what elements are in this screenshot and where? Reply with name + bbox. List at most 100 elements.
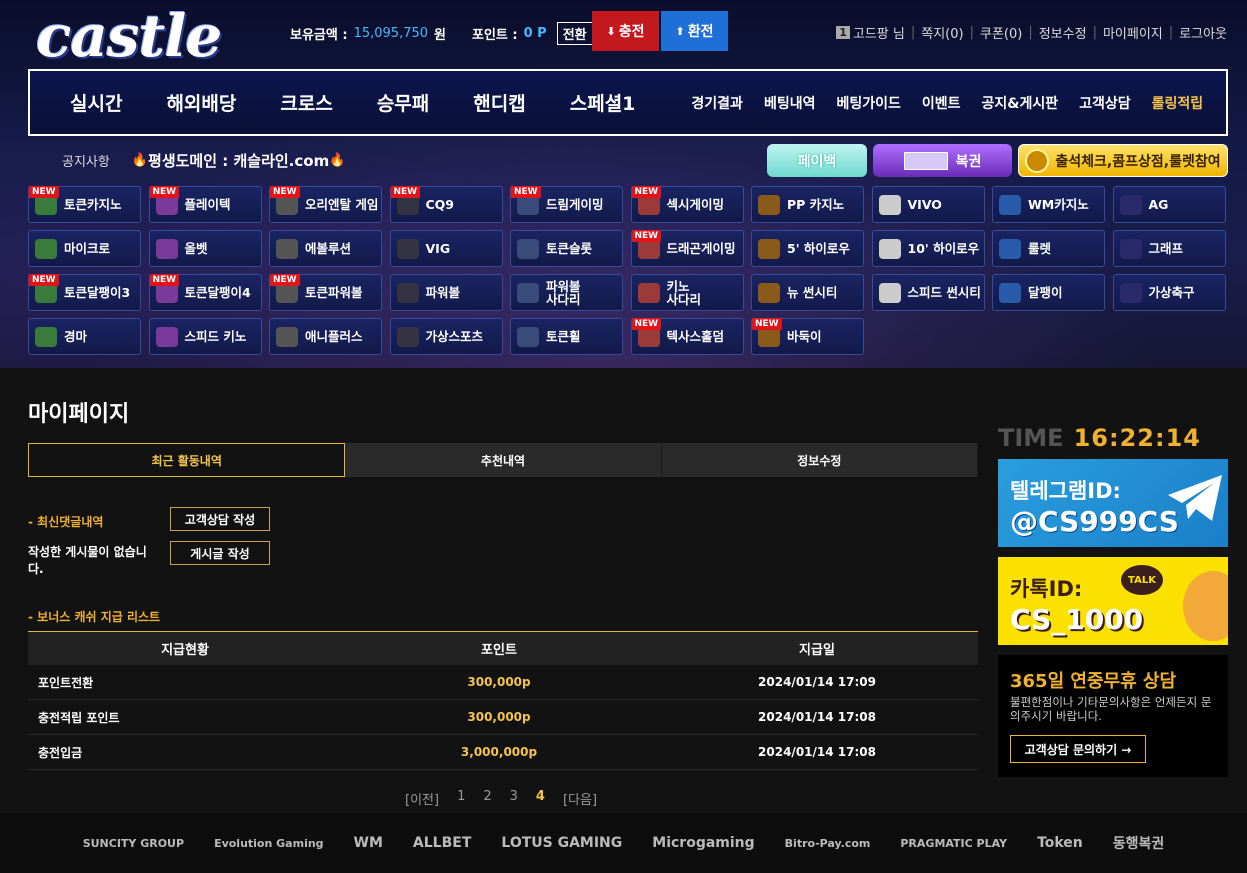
game-tile[interactable]: 파워볼 사다리 — [510, 274, 623, 311]
nav-rolling[interactable]: 롤링적립 — [1152, 93, 1204, 113]
telegram-id: @CS999CS — [1010, 505, 1179, 538]
support-write-button[interactable]: 고객상담 작성 — [170, 507, 270, 531]
game-tile[interactable]: PP 카지노 — [751, 186, 864, 223]
game-label: 플레이텍 — [184, 197, 231, 212]
pager-page-current[interactable]: 4 — [536, 789, 545, 808]
game-tile[interactable]: NEW 드림게이밍 — [510, 186, 623, 223]
kakao-banner[interactable]: 카톡ID: TALK CS_1000 — [998, 557, 1228, 645]
game-tile[interactable]: 올벳 — [148, 230, 262, 267]
game-tile[interactable]: 에볼루션 — [269, 230, 382, 267]
pager-next[interactable]: [다음] — [563, 789, 597, 808]
partner-logo: Evolution Gaming — [214, 836, 324, 850]
exchange-button[interactable]: ⬆ 환전 — [661, 11, 728, 51]
edit-info-link[interactable]: 정보수정 — [1039, 23, 1087, 42]
support-inquiry-button[interactable]: 고객상담 문의하기 → — [1010, 735, 1146, 763]
site-logo[interactable]: castle — [36, 2, 222, 70]
pagination: [이전] 1 2 3 4 [다음] — [405, 789, 615, 808]
page-title: 마이페이지 — [28, 402, 130, 427]
partner-logo: LOTUS GAMING — [501, 835, 623, 851]
nav-bet-guide[interactable]: 베팅가이드 — [836, 93, 900, 113]
game-tile[interactable]: VIG — [389, 230, 503, 267]
nav-win-draw-loss[interactable]: 승무패 — [377, 89, 429, 116]
nav-handicap[interactable]: 핸디캡 — [473, 89, 525, 116]
partner-logo: SUNCITY GROUP — [82, 836, 185, 850]
game-tile[interactable]: NEW 플레이텍 — [148, 186, 262, 223]
logout-link[interactable]: 로그아웃 — [1179, 23, 1227, 42]
game-tile[interactable]: 토큰슬롯 — [510, 230, 623, 267]
game-tile[interactable]: 파워볼 — [389, 274, 503, 311]
mypage-link[interactable]: 마이페이지 — [1103, 23, 1163, 42]
row-points: 300,000p — [467, 675, 531, 689]
pager-page[interactable]: 1 — [457, 789, 465, 808]
game-tile[interactable]: 키노 사다리 — [630, 274, 744, 311]
game-tile[interactable]: WM카지노 — [992, 186, 1105, 223]
coupon-link[interactable]: 쿠폰(0) — [980, 23, 1022, 42]
game-tile[interactable]: 스피드 키노 — [148, 318, 262, 355]
payback-button[interactable]: 페이백 — [767, 144, 867, 177]
game-tile[interactable]: 토큰휠 — [510, 318, 623, 355]
bonus-list-label: - 보너스 캐쉬 지급 리스트 — [28, 610, 161, 624]
game-tile[interactable]: 5' 하이로우 — [751, 230, 864, 267]
game-tile[interactable]: 가상스포츠 — [389, 318, 503, 355]
telegram-banner[interactable]: 텔레그램ID: @CS999CS — [998, 459, 1228, 547]
game-tile[interactable]: NEW 토큰카지노 — [28, 186, 141, 223]
game-tile[interactable]: VIVO — [871, 186, 985, 223]
post-write-button[interactable]: 게시글 작성 — [170, 541, 270, 565]
pager-page[interactable]: 2 — [483, 789, 491, 808]
messages-link[interactable]: 쪽지(0) — [921, 23, 963, 42]
tab-edit-info[interactable]: 정보수정 — [661, 443, 978, 477]
game-tile[interactable]: NEW 토큰달팽이3 — [28, 274, 141, 311]
attendance-label: 출석체크,콤프상점,룰렛참여 — [1055, 153, 1221, 170]
game-tile[interactable]: NEW 섹시게이밍 — [630, 186, 744, 223]
account-info: 보유금액 : 15,095,750 원 포인트 : 0 P 전환 — [290, 22, 593, 45]
partner-logo: Bitro-Pay.com — [784, 836, 871, 850]
nav-support[interactable]: 고객상담 — [1079, 93, 1131, 113]
game-label: 에볼루션 — [305, 241, 352, 256]
nav-live[interactable]: 실시간 — [70, 89, 122, 116]
fire-icon: 🔥 — [329, 153, 346, 168]
game-tile[interactable]: NEW 드래곤게이밍 — [630, 230, 744, 267]
charge-button[interactable]: ⬇ 충전 — [592, 11, 659, 51]
game-tile[interactable]: 10' 하이로우 — [871, 230, 985, 267]
game-tile[interactable]: 스피드 썬시티 — [871, 274, 985, 311]
game-tile[interactable]: 그래프 — [1112, 230, 1226, 267]
new-badge: NEW — [29, 274, 59, 286]
attendance-button[interactable]: 출석체크,콤프상점,룰렛참여 — [1018, 144, 1228, 177]
game-tile[interactable]: 달팽이 — [992, 274, 1105, 311]
game-tile[interactable]: 뉴 썬시티 — [751, 274, 864, 311]
nav-overseas[interactable]: 해외배당 — [166, 89, 236, 116]
game-tile[interactable]: NEW 오리엔탈 게임 — [269, 186, 382, 223]
game-tile[interactable]: 룰렛 — [992, 230, 1105, 267]
convert-button[interactable]: 전환 — [556, 22, 593, 45]
lottery-button[interactable]: 복권 — [873, 144, 1012, 177]
nav-bet-history[interactable]: 베팅내역 — [764, 93, 816, 113]
game-label: 10' 하이로우 — [907, 241, 980, 256]
pager-page[interactable]: 3 — [510, 789, 518, 808]
game-tile[interactable]: NEW 토큰파워볼 — [269, 274, 382, 311]
notice-message[interactable]: 평생도메인 : 캐슬라인.com — [148, 150, 329, 171]
game-icon — [35, 238, 57, 259]
new-badge: NEW — [149, 186, 180, 198]
game-tile[interactable]: 경마 — [28, 318, 141, 355]
game-tile[interactable]: NEW 토큰달팽이4 — [148, 274, 262, 311]
nav-events[interactable]: 이벤트 — [922, 93, 961, 113]
game-tile[interactable]: NEW 텍사스홀덤 — [630, 318, 744, 355]
game-tile[interactable]: 가상축구 — [1112, 274, 1226, 311]
pager-prev[interactable]: [이전] — [405, 789, 439, 808]
game-label: 토큰달팽이3 — [64, 285, 131, 300]
game-label: 5' 하이로우 — [787, 241, 850, 256]
game-tile[interactable]: 애니플러스 — [269, 318, 382, 355]
game-tile[interactable]: AG — [1112, 186, 1226, 223]
nav-cross[interactable]: 크로스 — [280, 89, 332, 116]
new-badge: NEW — [390, 186, 421, 198]
game-tile[interactable]: NEW CQ9 — [389, 186, 503, 223]
game-tile[interactable]: 마이크로 — [28, 230, 141, 267]
tab-recent-activity[interactable]: 최근 활동내역 — [28, 443, 346, 477]
nav-results[interactable]: 경기결과 — [691, 93, 743, 113]
nav-notice-board[interactable]: 공지&게시판 — [982, 93, 1059, 113]
kakao-character-icon — [1183, 571, 1228, 641]
charge-label: 충전 — [618, 24, 645, 40]
tab-referrals[interactable]: 추천내역 — [345, 443, 662, 477]
game-tile[interactable]: NEW 바둑이 — [751, 318, 864, 355]
nav-special[interactable]: 스페셜1 — [570, 89, 636, 116]
